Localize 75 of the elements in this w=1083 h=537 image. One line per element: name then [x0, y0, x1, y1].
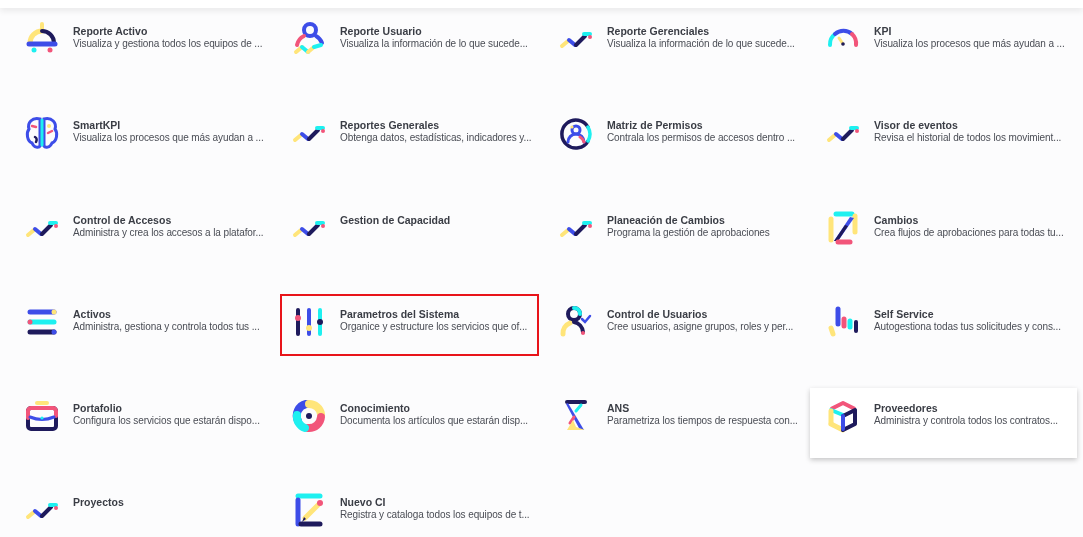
- module-title: Control de Usuarios: [607, 307, 709, 321]
- trend-icon: [292, 219, 326, 238]
- module-tile[interactable]: Conocimiento Documenta los artículos que estarán disp...: [276, 388, 543, 443]
- trend-icon: [559, 219, 593, 238]
- module-tile[interactable]: Proyectos: [9, 482, 276, 529]
- module-title: SmartKPI: [73, 119, 122, 133]
- trend-icon: [25, 219, 59, 238]
- module-title: Parametros del Sistema: [340, 307, 461, 321]
- module-tile[interactable]: Visor de eventos Revisa el historial de todos los movimient...: [810, 105, 1077, 153]
- module-description: Visualiza y gestiona todos los equipos de ...: [73, 38, 264, 50]
- module-description: Visualiza la información de lo que sucede...: [607, 38, 796, 50]
- module-description: Registra y cataloga todos los equipos de t...: [340, 509, 531, 522]
- module-title: Planeación de Cambios: [607, 213, 726, 227]
- module-tile[interactable]: Reporte Usuario Visualiza la información de lo que sucede...: [276, 11, 543, 65]
- module-title: Proyectos: [73, 496, 125, 510]
- module-description: Parametriza los tiempos de respuesta con...: [607, 415, 799, 428]
- module-description: Revisa el historial de todos los movimient...: [874, 132, 1063, 145]
- module-title: Gestion de Capacidad: [340, 213, 452, 227]
- trend-icon: [25, 502, 59, 521]
- module-description: Administra, gestiona y controla todos tus ...: [73, 320, 261, 333]
- module-description: Visualiza los procesos que más ayudan a ...: [874, 38, 1066, 50]
- module-description: Contrala los permisos de accesos dentro ...: [607, 132, 796, 145]
- module-title: Proveedores: [874, 402, 939, 416]
- module-title: Control de Accesos: [73, 213, 173, 227]
- module-description: Programa la gestión de aprobaciones: [607, 226, 771, 239]
- module-tile[interactable]: SmartKPI Visualiza los procesos que más ayudan a ...: [9, 105, 276, 160]
- module-title: Matriz de Permisos: [607, 119, 704, 133]
- module-title: Reporte Usuario: [340, 25, 423, 38]
- module-tile[interactable]: Control de Usuarios Cree usuarios, asigne grupos, roles y per...: [543, 293, 810, 348]
- module-description: Crea flujos de aprobaciones para todas tu...: [874, 226, 1065, 239]
- module-tile[interactable]: Reporte Gerenciales Visualiza la información de lo que sucede...: [543, 11, 810, 58]
- module-description: Administra y crea los accesos a la platafor...: [73, 226, 265, 239]
- module-tile[interactable]: Planeación de Cambios Programa la gestión de aprobaciones: [543, 199, 810, 247]
- module-title: Conocimiento: [340, 402, 411, 416]
- module-tile[interactable]: Control de Accesos Administra y crea los accesos a la platafor...: [9, 199, 276, 247]
- module-tile[interactable]: Portafolio Configura los servicios que estarán dispo...: [9, 388, 276, 443]
- module-title: Visor de eventos: [874, 119, 959, 133]
- user-trend-icon: [291, 21, 327, 57]
- module-tile[interactable]: Self Service Autogestiona todas tus solicitudes y cons...: [810, 293, 1077, 348]
- module-title: Activos: [73, 307, 112, 321]
- module-description: Documenta los artículos que estarán disp...: [340, 415, 530, 428]
- module-description: Organice y estructure los servicios que of...: [340, 320, 529, 333]
- user-circle-icon: [558, 115, 594, 152]
- module-title: Reporte Gerenciales: [607, 25, 711, 38]
- module-tile[interactable]: Activos Administra, gestiona y controla todos tus ...: [9, 293, 276, 348]
- module-tile[interactable]: Nuevo CI Registra y cataloga todos los equipos de t...: [276, 482, 543, 537]
- module-description: Configura los servicios que estarán dispo...: [73, 415, 261, 428]
- module-title: Self Service: [874, 307, 935, 321]
- module-tile[interactable]: Gestion de Capacidad: [276, 199, 543, 246]
- module-tile[interactable]: Reportes Generales Obtenga datos, estadísticas, indicadores y...: [276, 105, 543, 153]
- module-tile[interactable]: KPI Visualiza los procesos que más ayudan a ...: [810, 11, 1077, 65]
- module-tile[interactable]: ANS Parametriza los tiempos de respuesta con...: [543, 388, 810, 443]
- module-title: ANS: [607, 402, 631, 416]
- module-title: KPI: [874, 25, 893, 38]
- module-title: Nuevo CI: [340, 496, 387, 510]
- module-title: Reportes Generales: [340, 119, 441, 133]
- trend-icon: [292, 125, 326, 144]
- module-description: Administra y controla todos los contratos...: [874, 415, 1060, 428]
- module-title: Portafolio: [73, 402, 123, 416]
- module-tile[interactable]: Parametros del Sistema Organice y estructure los servicios que of...: [276, 289, 543, 360]
- module-tile[interactable]: Reporte Activo Visualiza y gestiona todos los equipos de ...: [9, 11, 276, 65]
- module-title: Reporte Activo: [73, 25, 149, 38]
- ring-icon: [291, 398, 327, 435]
- module-tile[interactable]: Cambios Crea flujos de aprobaciones para todas tu...: [810, 199, 1077, 254]
- module-description: Autogestiona todas tus solicitudes y cons...: [874, 320, 1062, 333]
- module-description: Obtenga datos, estadísticas, indicadores y...: [340, 132, 533, 145]
- module-description: Visualiza la información de lo que sucede...: [340, 38, 529, 50]
- brain-icon: [24, 115, 60, 152]
- trend-icon: [826, 125, 860, 144]
- module-title: Cambios: [874, 213, 920, 227]
- trend-icon: [559, 31, 593, 49]
- module-tile[interactable]: Matriz de Permisos Contrala los permisos de accesos dentro ...: [543, 105, 810, 160]
- module-description: Cree usuarios, asigne grupos, roles y per...: [607, 320, 795, 333]
- module-description: Visualiza los procesos que más ayudan a ...: [73, 132, 265, 145]
- module-card[interactable]: Proveedores Administra y controla todos los contratos...: [810, 388, 1077, 459]
